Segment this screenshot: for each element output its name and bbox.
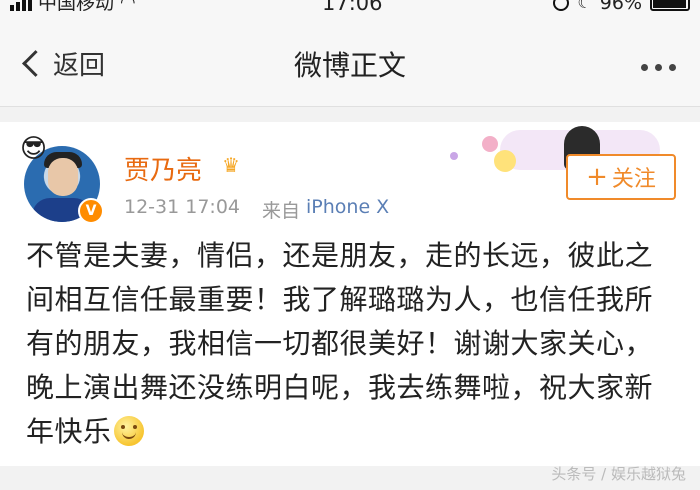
avatar[interactable]: 😎 V: [20, 136, 104, 224]
status-bar: 中国移动 ◠ 17:06 ☾ 96%: [0, 0, 700, 18]
watermark: 头条号 / 娱乐越狱兔: [551, 465, 686, 483]
battery-percent: 96%: [599, 0, 642, 14]
post-text: 不管是夫妻，情侣，还是朋友，走的长远，彼此之间相互信任最重要！我了解璐璐为人，也…: [26, 239, 654, 448]
status-left: 中国移动 ◠: [10, 0, 136, 14]
nav-bar: 返回 微博正文: [0, 18, 700, 107]
status-right: ☾ 96%: [553, 0, 690, 14]
carrier-label: 中国移动: [38, 0, 115, 14]
follow-label: 关注: [611, 167, 656, 192]
plus-icon: +: [586, 162, 608, 192]
verified-badge-icon: V: [78, 198, 104, 224]
post-source-link[interactable]: iPhone X: [306, 196, 389, 218]
vip-crown-icon: ♛: [222, 153, 240, 177]
post-content: 不管是夫妻，情侣，还是朋友，走的长远，彼此之间相互信任最重要！我了解璐璐为人，也…: [26, 234, 676, 454]
location-icon: [553, 0, 570, 11]
signal-icon: [10, 0, 32, 11]
page-title: 微博正文: [293, 49, 406, 82]
chick-icon: [494, 150, 516, 172]
smile-emoji-icon: [113, 416, 144, 446]
post-time: 12-31 17:04: [124, 196, 241, 218]
battery-fill: [653, 0, 686, 8]
post-source-prefix: 来自: [262, 200, 301, 222]
sparkle-icon: [450, 152, 458, 160]
moon-icon: ☾: [577, 0, 592, 12]
post-card: 😎 V 贾乃亮 ♛ 12-31 17:04 来自 iPhone X + 关注 不…: [0, 122, 700, 466]
status-time: 17:06: [322, 0, 383, 15]
more-dots-icon[interactable]: [641, 64, 676, 71]
wifi-icon: ◠: [120, 0, 136, 13]
user-name[interactable]: 贾乃亮: [124, 150, 202, 187]
sunglasses-emoji-icon: 😎: [20, 134, 48, 164]
follow-button[interactable]: + 关注: [566, 154, 676, 200]
battery-icon: [650, 0, 690, 11]
balloon-icon: [482, 136, 498, 152]
